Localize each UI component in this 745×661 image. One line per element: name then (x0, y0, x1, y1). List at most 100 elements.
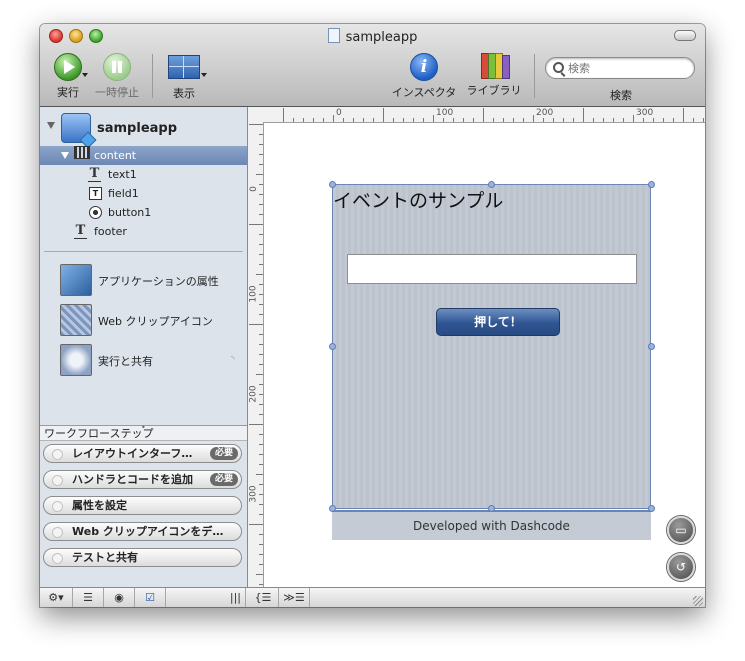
code-editor-button[interactable]: {☰ (248, 588, 279, 607)
splitter-dot-icon[interactable]: • (141, 420, 146, 436)
ruler-tick (343, 118, 344, 122)
ruler-tick (259, 464, 263, 465)
horizontal-ruler: 0 100 200 300 (248, 107, 705, 123)
button1-part[interactable]: 押して！ (436, 308, 560, 336)
ruler-tick (423, 118, 424, 122)
tree-item-text1[interactable]: T text1 (40, 165, 247, 184)
ruler-tick (573, 118, 574, 122)
info-icon: i (410, 53, 438, 81)
workflow-step-test-share[interactable]: テストと共有 (43, 548, 242, 567)
tree-item-button1[interactable]: button1 (40, 203, 247, 222)
view-button[interactable]: 表示 (164, 53, 207, 101)
resize-handle[interactable] (488, 505, 495, 512)
tree-item-content[interactable]: content (40, 146, 247, 165)
undo-history-button[interactable]: ↺ (667, 553, 695, 581)
ruler-tick (249, 124, 263, 125)
run-share-item[interactable]: 実行と共有 ◝ (60, 344, 245, 376)
ruler-tick (259, 134, 263, 135)
ruler-tick (259, 154, 263, 155)
resize-handle[interactable] (488, 181, 495, 188)
ruler-tick (653, 118, 654, 122)
ruler-tick (256, 474, 263, 475)
toolbar: sampleapp 実行 一時停止 表示 i インスペクタ ライブラリ 検索 検… (40, 24, 705, 107)
toolbar-toggle-button[interactable] (674, 30, 696, 41)
ruler-tick (259, 364, 263, 365)
ruler-tick (259, 444, 263, 445)
ruler-tick (259, 384, 263, 385)
ruler-tick (543, 118, 544, 122)
inspector-button[interactable]: i インスペクタ (390, 53, 458, 100)
app-attributes-item[interactable]: アプリケーションの属性 (60, 264, 245, 296)
project-row[interactable]: sampleapp (40, 111, 247, 145)
ruler-label: 300 (636, 108, 654, 118)
ruler-tick (683, 108, 684, 122)
ruler-tick (249, 324, 263, 325)
workflow-steps: レイアウトインターフ… 必要 ハンドラとコードを追加 必要 属性を設定 Web … (40, 442, 247, 587)
button-icon (89, 206, 102, 219)
workflow-step-webclip[interactable]: Web クリップアイコンをデ… (43, 522, 242, 541)
ruler-tick (613, 118, 614, 122)
ruler-tick (259, 504, 263, 505)
window-title-text: sampleapp (345, 30, 418, 45)
content-part[interactable] (332, 184, 651, 509)
resize-handle[interactable] (329, 181, 336, 188)
footer-part[interactable]: Developed with Dashcode (332, 510, 651, 540)
ruler-tick (523, 118, 524, 122)
resize-handle[interactable] (329, 343, 336, 350)
workflow-step-label: レイアウトインターフ… (72, 447, 193, 460)
column-splitter-icon[interactable]: ||| (166, 588, 246, 607)
window-resize-grip[interactable] (693, 596, 703, 606)
gear-menu-button[interactable]: ⚙▾ (40, 588, 73, 607)
ruler-tick (633, 115, 634, 122)
resize-handle[interactable] (648, 343, 655, 350)
ruler-tick (249, 524, 263, 525)
ruler-tick (483, 108, 484, 122)
pause-button[interactable]: 一時停止 (94, 53, 140, 100)
disclosure-triangle-icon[interactable] (47, 122, 55, 129)
curl-arrow-icon: ↺ (675, 560, 687, 574)
workflow-step-layout[interactable]: レイアウトインターフ… 必要 (43, 444, 242, 463)
resize-handle[interactable] (648, 505, 655, 512)
workflow-step-handlers[interactable]: ハンドラとコードを追加 必要 (43, 470, 242, 489)
search-input[interactable] (566, 60, 690, 76)
ruler-tick (259, 184, 263, 185)
ruler-tick (603, 118, 604, 122)
run-button[interactable]: 実行 (50, 53, 88, 100)
ruler-tick (313, 118, 314, 122)
toolbar-separator (534, 54, 535, 98)
tree-item-field1[interactable]: T field1 (40, 184, 247, 203)
ruler-tick (593, 118, 594, 122)
workflow-toggle-button[interactable]: ☑ (135, 588, 166, 607)
library-button[interactable]: ライブラリ (464, 53, 524, 98)
ruler-tick (353, 118, 354, 122)
tree-item-footer[interactable]: T footer (40, 222, 247, 241)
step-status-icon (52, 501, 63, 512)
resize-handle[interactable] (329, 505, 336, 512)
search-field[interactable] (545, 57, 695, 79)
ruler-tick (259, 204, 263, 205)
list-view-button[interactable]: ☰ (73, 588, 104, 607)
ruler-label: 0 (248, 186, 259, 192)
ruler-label: 0 (336, 108, 342, 118)
text-field-icon: T (89, 187, 102, 200)
ruler-tick (673, 118, 674, 122)
resize-handle[interactable] (648, 181, 655, 188)
ruler-tick (259, 554, 263, 555)
film-strip-icon (74, 146, 90, 159)
search-icon (553, 62, 564, 73)
source-view-button[interactable]: ≫☰ (279, 588, 310, 607)
ruler-tick (259, 544, 263, 545)
web-clip-item[interactable]: Web クリップアイコン (60, 304, 245, 336)
disclosure-triangle-icon[interactable] (61, 152, 69, 159)
target-button[interactable]: ◉ (104, 588, 135, 607)
workflow-step-attributes[interactable]: 属性を設定 (43, 496, 242, 515)
field1-part[interactable] (347, 254, 637, 284)
ruler-tick (533, 115, 534, 122)
ruler-toggle-button[interactable]: ▭ (667, 516, 695, 544)
ruler-tick (403, 118, 404, 122)
ruler-tick (259, 294, 263, 295)
ruler-tick (259, 484, 263, 485)
ruler-label: 200 (248, 385, 259, 403)
step-status-icon (52, 527, 63, 538)
text1-part[interactable]: イベントのサンプル (333, 186, 503, 213)
